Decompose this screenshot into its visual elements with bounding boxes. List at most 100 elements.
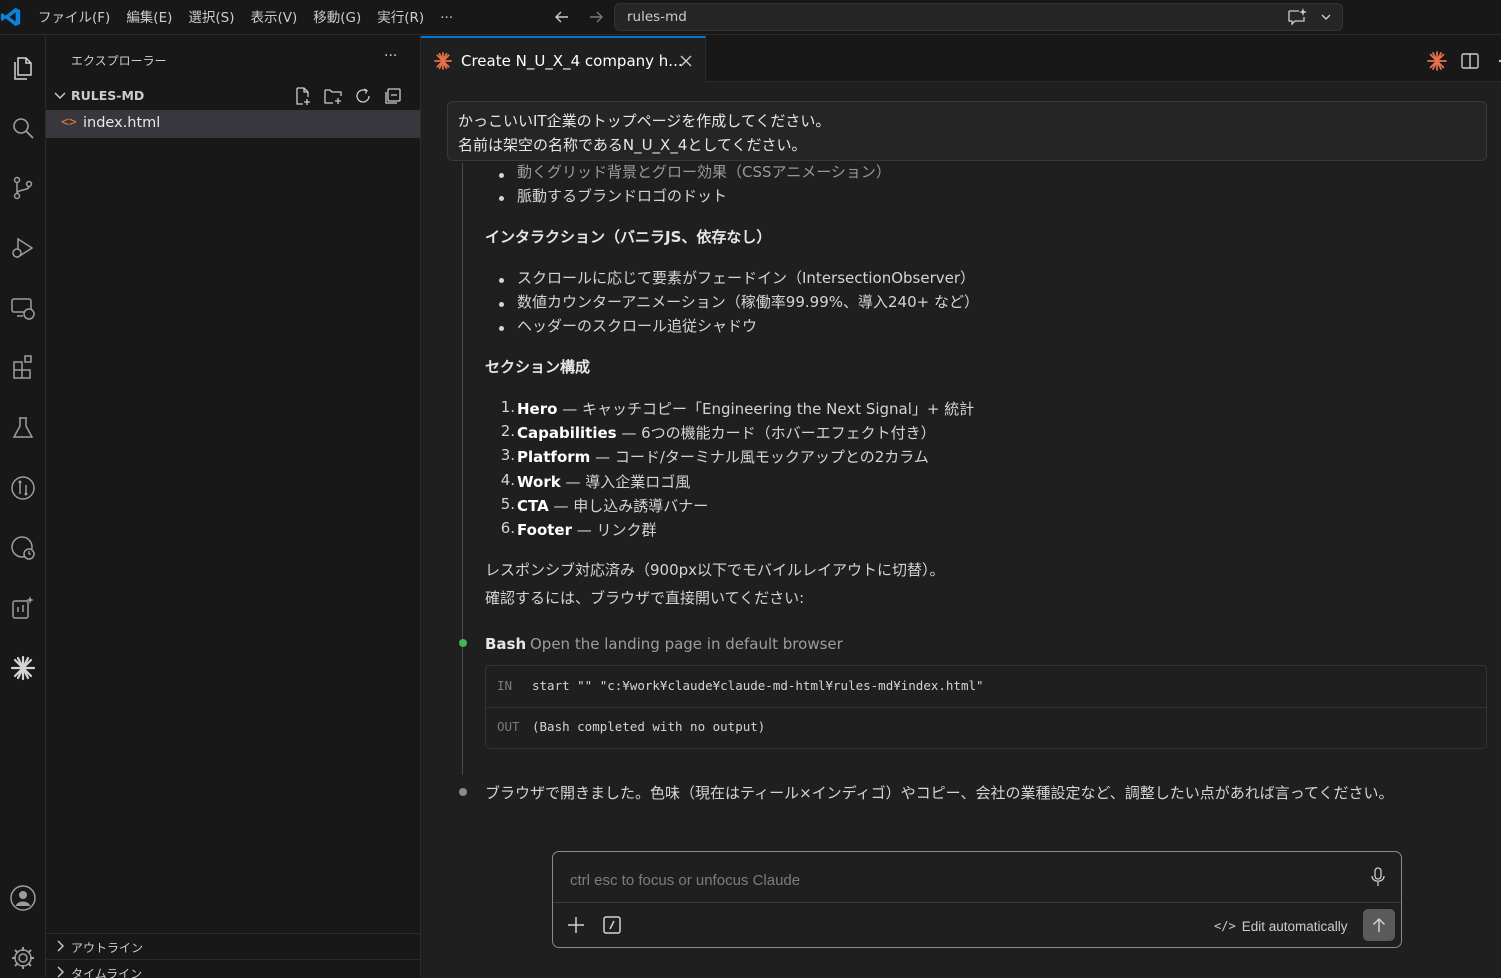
folder-header[interactable]: RULES-MD xyxy=(46,84,420,108)
title-bar: ファイル(F) 編集(E) 選択(S) 表示(V) 移動(G) 実行(R) ··… xyxy=(0,0,1501,35)
sidebar-title: エクスプローラー xyxy=(71,54,167,68)
more-icon[interactable] xyxy=(1493,50,1501,72)
user-message-line-2: 名前は架空の名称であるN_U_X_4としてください。 xyxy=(458,136,807,154)
edit-mode-label: Edit automatically xyxy=(1241,918,1348,934)
chevron-down-icon[interactable] xyxy=(1316,7,1336,27)
menu-view[interactable]: 表示(V) xyxy=(243,5,306,31)
chat-input[interactable] xyxy=(570,869,1350,891)
file-item-index-html[interactable]: <> index.html xyxy=(46,110,420,138)
explorer-sidebar: エクスプローラー ··· RULES-MD <> index.html アウトラ… xyxy=(46,36,421,978)
bullet-counter: 数値カウンターアニメーション（稼働率99.99%、導入240+ など） xyxy=(517,293,979,311)
bullet-fade-in: スクロールに応じて要素がフェードイン（IntersectionObserver） xyxy=(517,269,976,287)
edit-mode-toggle[interactable]: </> Edit automatically xyxy=(1214,916,1348,936)
bash-out-label: OUT xyxy=(497,719,520,734)
claude-icon xyxy=(10,655,36,681)
split-editor-icon[interactable] xyxy=(1459,50,1481,72)
files-icon xyxy=(14,57,32,80)
list-number: 6. xyxy=(500,519,515,537)
arrow-right-icon[interactable] xyxy=(585,6,607,28)
editor-area: Create N_U_X_4 company h... 動くグリッド背景とグロー… xyxy=(421,36,1501,978)
bash-tool-label: Bash xyxy=(485,635,527,653)
chevron-right-icon xyxy=(57,966,64,978)
slash-command-icon[interactable] xyxy=(601,914,623,936)
activity-search[interactable] xyxy=(0,104,46,152)
message-dot xyxy=(459,788,467,796)
tab-claude-chat[interactable]: Create N_U_X_4 company h... xyxy=(421,36,706,83)
menu-more[interactable]: ··· xyxy=(432,5,461,31)
plus-icon[interactable] xyxy=(565,914,587,936)
sparkle-panel-icon xyxy=(12,596,34,619)
bash-in-label: IN xyxy=(497,678,513,693)
gear-icon xyxy=(12,947,34,969)
heading-sections: セクション構成 xyxy=(485,358,591,376)
chat-sparkle-icon[interactable] xyxy=(1286,7,1308,27)
close-icon[interactable] xyxy=(677,52,695,70)
menu-go[interactable]: 移動(G) xyxy=(305,5,369,31)
command-center[interactable]: rules-md xyxy=(614,3,1343,31)
activity-github[interactable] xyxy=(0,464,46,512)
refresh-icon[interactable] xyxy=(352,85,374,107)
activity-timeline[interactable] xyxy=(0,524,46,572)
new-file-icon[interactable] xyxy=(292,85,314,107)
git-pull-request-icon xyxy=(11,476,35,500)
chat-input-box: </> Edit automatically xyxy=(552,851,1402,948)
activity-extensions[interactable] xyxy=(0,344,46,392)
activity-claude[interactable] xyxy=(0,644,46,692)
section-timeline-label: タイムライン xyxy=(71,967,143,978)
sidebar-more-button[interactable]: ··· xyxy=(384,48,404,68)
menu-edit[interactable]: 編集(E) xyxy=(118,5,180,31)
heading-interaction: インタラクション（バニラJS、依存なし） xyxy=(485,228,772,246)
section-timeline[interactable]: タイムライン xyxy=(46,959,420,978)
bullet-dot xyxy=(499,196,504,201)
activity-accounts[interactable] xyxy=(0,874,46,922)
bullet-dot xyxy=(499,326,504,331)
activity-explorer[interactable] xyxy=(0,44,46,92)
activity-run-debug[interactable] xyxy=(0,224,46,272)
extensions-icon xyxy=(13,355,32,379)
menu-selection[interactable]: 選択(S) xyxy=(180,5,242,31)
bash-out-value: (Bash completed with no output) xyxy=(532,719,766,734)
activity-testing[interactable] xyxy=(0,404,46,452)
bullet-dot xyxy=(499,278,504,283)
activity-remote-explorer[interactable] xyxy=(0,284,46,332)
section-item-capabilities: Capabilities — 6つの機能カード（ホバーエフェクト付き） xyxy=(517,424,936,442)
bash-tool-description: Open the landing page in default browser xyxy=(530,635,843,653)
arrow-left-icon[interactable] xyxy=(551,6,573,28)
menu-file[interactable]: ファイル(F) xyxy=(30,5,118,31)
chevron-right-icon xyxy=(57,940,64,952)
final-message: ブラウザで開きました。色味（現在はティール×インディゴ）やコピー、会社の業種設定… xyxy=(485,784,1394,802)
section-item-cta: CTA — 申し込み誘導バナー xyxy=(517,497,709,515)
new-folder-icon[interactable] xyxy=(322,85,344,107)
activity-copilot[interactable] xyxy=(0,584,46,632)
bullet-header-shadow: ヘッダーのスクロール追従シャドウ xyxy=(517,317,758,335)
code-icon: </> xyxy=(1214,919,1236,933)
menu-run[interactable]: 実行(R) xyxy=(369,5,432,31)
send-button[interactable] xyxy=(1363,909,1395,941)
source-control-icon xyxy=(13,176,33,200)
file-name: index.html xyxy=(83,115,161,131)
activity-bar xyxy=(0,36,46,978)
collapse-all-icon[interactable] xyxy=(382,85,404,107)
arrow-up-icon xyxy=(1372,917,1386,932)
bullet-logo-pulse: 脈動するブランドロゴのドット xyxy=(517,187,728,205)
divider xyxy=(553,902,1401,903)
command-center-text: rules-md xyxy=(627,9,687,25)
microphone-icon[interactable] xyxy=(1368,866,1388,888)
list-number: 4. xyxy=(500,471,515,489)
activity-settings[interactable] xyxy=(0,934,46,978)
bash-io-box: IN start "" "c:¥work¥claude¥claude-md-ht… xyxy=(485,665,1487,749)
bullet-dot xyxy=(499,173,504,178)
claude-icon[interactable] xyxy=(1426,50,1448,72)
divider xyxy=(486,707,1486,708)
search-icon xyxy=(13,118,34,139)
partial-bullet-text: 動くグリッド背景とグロー効果（CSSアニメーション） xyxy=(517,163,891,181)
section-item-work: Work — 導入企業ロゴ風 xyxy=(517,473,691,491)
section-outline[interactable]: アウトライン xyxy=(46,933,420,958)
folder-name: RULES-MD xyxy=(71,88,145,103)
remote-explorer-icon xyxy=(11,298,35,320)
vscode-logo-icon[interactable] xyxy=(0,6,22,28)
list-number: 5. xyxy=(500,495,515,513)
beaker-icon xyxy=(12,417,34,438)
git-history-icon xyxy=(11,536,35,560)
activity-source-control[interactable] xyxy=(0,164,46,212)
